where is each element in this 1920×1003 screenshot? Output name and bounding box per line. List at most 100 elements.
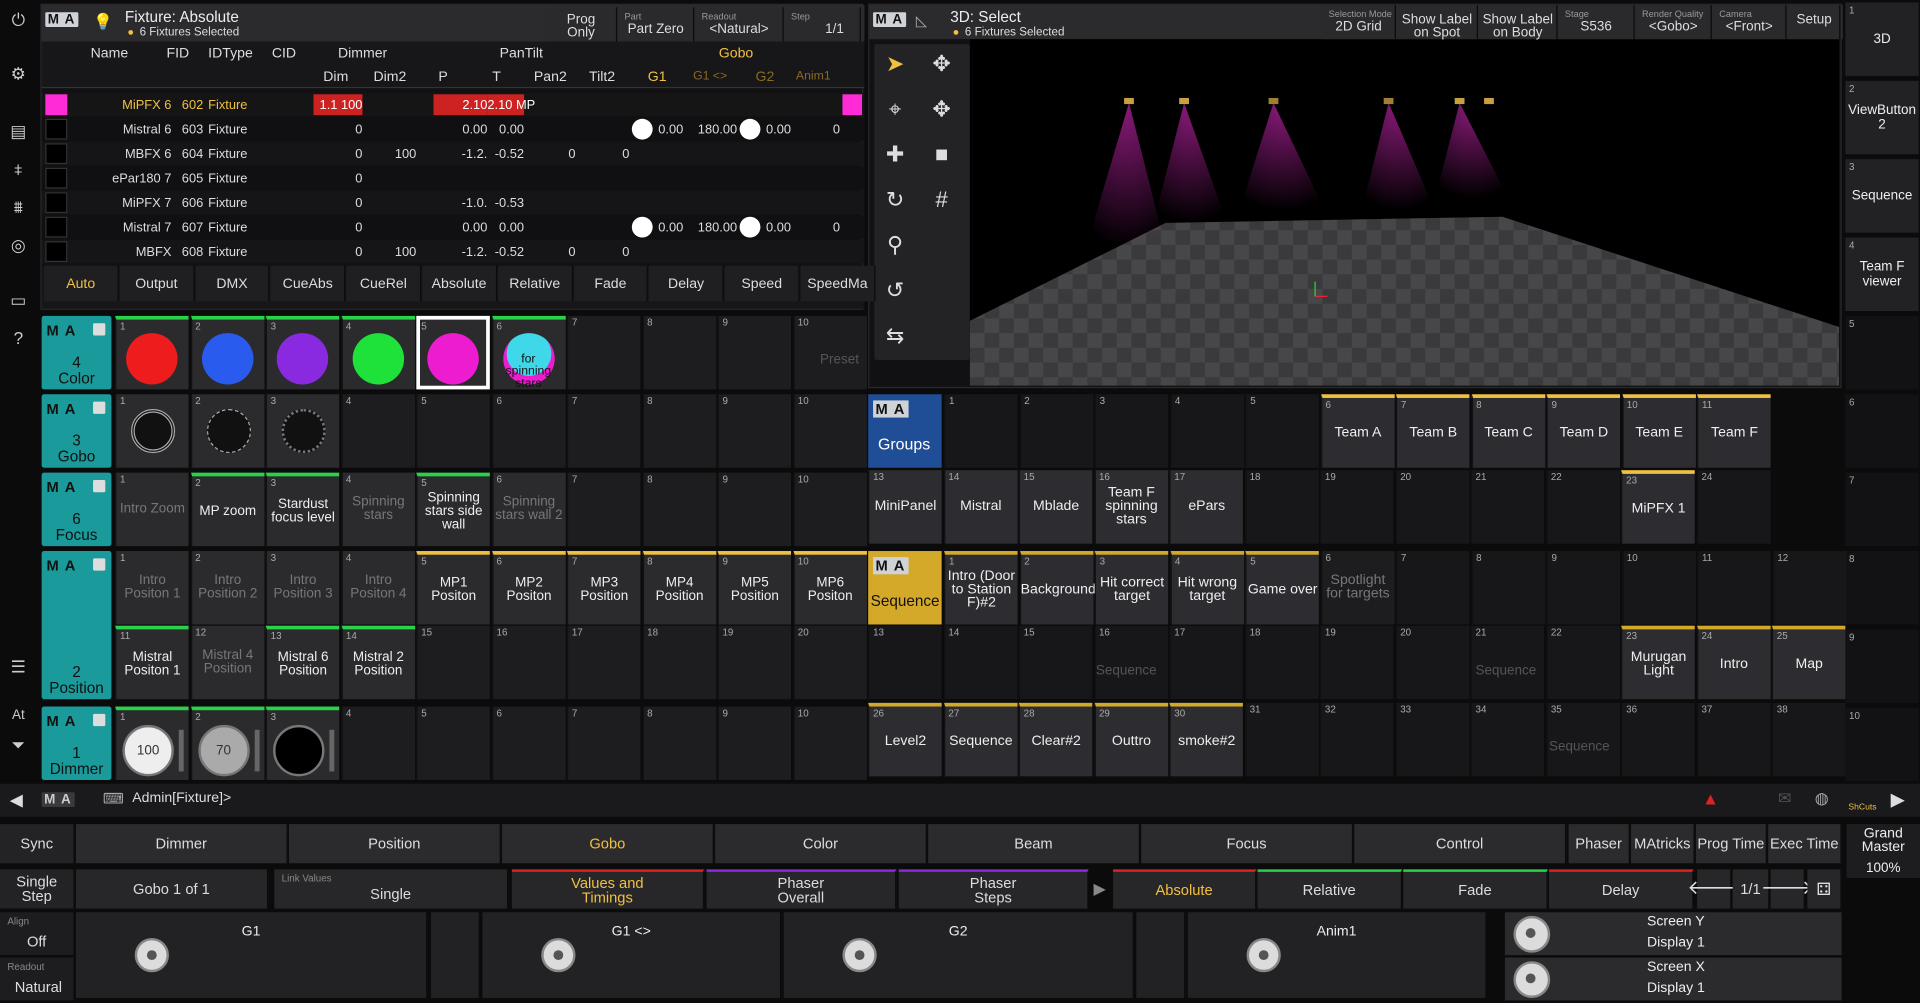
group-empty-slot[interactable]: 18 [1244,470,1319,544]
sequence-empty-slot[interactable]: 34 [1470,702,1545,777]
dimmer-empty-slot[interactable]: 5 [416,706,490,781]
group-empty-slot[interactable]: 20 [1395,470,1469,544]
feature-control[interactable]: Control [1354,824,1567,864]
group-empty-slot[interactable]: 21 [1470,470,1545,544]
rotate-icon[interactable]: ↻ [874,179,916,221]
grand-master[interactable]: Grand Master 100% [1846,824,1920,878]
viewer-button-1[interactable]: Show Label on Spot [1397,4,1478,40]
position-preset[interactable]: 6 MP2 Positon [491,551,566,625]
sequence-button[interactable]: 28 Clear#2 [1018,702,1093,777]
sequence-empty-slot[interactable]: 31 [1244,702,1319,777]
encoder[interactable]: G1 [75,912,428,998]
viewer-button-3[interactable]: Stage S536 [1558,4,1635,40]
view-button-2[interactable]: 2 ViewButton 2 [1845,80,1919,155]
position-preset[interactable]: 2 Intro Position 2 [190,551,264,625]
group-empty-slot[interactable]: 22 [1545,470,1620,544]
dimmer-empty-slot[interactable]: 7 [566,706,641,781]
sequence-button[interactable]: 5 Game over [1245,551,1319,625]
position-icon[interactable]: ✚ [874,133,916,175]
group-button[interactable]: 23 MiPFX 1 [1621,470,1695,544]
feature-gobo[interactable]: Gobo [502,824,714,864]
col-g1[interactable]: G1 [648,70,667,85]
sequence-empty-slot[interactable]: 18 [1244,625,1319,700]
faders-icon[interactable]: ⧧ [4,154,33,183]
power-icon[interactable]: ⏻ [4,5,33,34]
view-button-5[interactable]: 5 [1845,315,1919,390]
feature-dimmer[interactable]: Dimmer [75,824,288,864]
sequence-empty-slot[interactable]: 15 [1018,625,1093,700]
encoder-knob[interactable] [541,937,576,973]
position-empty-slot[interactable]: 17 [566,625,641,700]
single-step-button[interactable]: Single Step [0,869,74,909]
camera-icon[interactable]: ■ [921,133,963,175]
group-empty-slot[interactable]: 1 [944,394,1018,468]
group-button[interactable]: 17 ePars [1169,470,1243,544]
mode-delay[interactable]: Delay [1548,869,1694,909]
position-preset[interactable]: 1 Intro Positon 1 [115,551,189,625]
sync-button[interactable]: Sync [0,824,74,864]
position-empty-slot[interactable]: 19 [717,625,792,700]
focus-empty-slot[interactable]: 10 [792,472,867,547]
focus-pool-header[interactable]: M A 6 Focus [41,472,112,547]
position-preset[interactable]: 13 Mistral 6 Position [265,625,340,700]
position-empty-slot[interactable]: 20 [792,625,867,700]
readout-button[interactable]: Readout <Natural> [695,7,784,42]
focus-empty-slot[interactable]: 7 [566,472,641,547]
color-empty-slot[interactable]: 9 [717,315,792,390]
focus-empty-slot[interactable]: 9 [717,472,792,547]
sequence-empty-slot[interactable]: 13 [868,625,942,700]
position-preset[interactable]: 12 Mistral 4 Position [190,625,264,700]
monitor-icon[interactable]: ▭ [4,285,33,314]
pan-icon[interactable]: ✥ [921,88,963,130]
sequence-empty-slot[interactable]: 21 [1470,625,1545,700]
color-empty-slot[interactable]: 7 [566,315,641,390]
gobo-preset[interactable]: 1 [115,394,189,468]
zoom-icon[interactable]: ⚲ [874,224,916,266]
phaser-overall-button[interactable]: Phaser Overall [706,869,897,909]
preset-type-dmx[interactable]: DMX [195,265,270,302]
group-empty-slot[interactable]: 2 [1019,394,1093,468]
position-preset[interactable]: 3 Intro Position 3 [265,551,340,625]
viewer-button-4[interactable]: Render Quality <Gobo> [1635,4,1712,40]
gobo-empty-slot[interactable]: 8 [642,394,716,468]
link-values-select[interactable]: Link Values Single [274,869,509,909]
color-preset[interactable]: 5 [416,315,490,390]
view-button-4[interactable]: 4 Team F viewer [1845,237,1919,312]
encoder-knob[interactable] [134,937,169,973]
position-empty-slot[interactable]: 15 [416,625,490,700]
view-button-6[interactable]: 6 [1845,394,1919,468]
page-prev-button[interactable]: 🡐 [1687,869,1740,909]
gobo-empty-slot[interactable]: 5 [416,394,490,468]
group-empty-slot[interactable]: 3 [1094,394,1169,468]
encoder-toolbar-icon[interactable]: ⚃ [1807,869,1842,909]
sequence-button[interactable]: 29 Outtro [1094,702,1168,777]
encoder-knob[interactable] [1246,937,1281,973]
gobo-of-button[interactable]: Gobo 1 of 1 [75,869,269,909]
sequence-empty-slot[interactable]: 19 [1320,625,1394,700]
step-button[interactable]: Step 1/1 [784,7,861,42]
phaser-steps-button[interactable]: Phaser Steps [898,869,1089,909]
col-dim[interactable]: Dim [323,70,348,85]
color-pool-header[interactable]: M A 4 Color [41,315,112,390]
list-icon[interactable]: ☰ [4,651,33,680]
color-empty-slot[interactable]: 8 [642,315,716,390]
group-button[interactable]: 16 Team F spinning stars [1094,470,1168,544]
group-button[interactable]: 8 Team C [1471,394,1545,468]
values-timings-button[interactable]: Values and Timings [511,869,705,909]
gobo-preset[interactable]: 3 [265,394,340,468]
preset-type-speedma[interactable]: SpeedMa [800,265,876,302]
group-dimmer[interactable]: Dimmer [338,47,387,62]
help-icon[interactable]: ? [4,323,33,352]
move-icon[interactable]: ✥ [921,43,963,85]
preset-type-relative[interactable]: Relative [498,265,573,302]
at-label[interactable]: At [4,700,33,729]
position-preset[interactable]: 11 Mistral Positon 1 [115,625,189,700]
viewer-button-0[interactable]: Selection Mode 2D Grid [1322,4,1396,40]
view-button-7[interactable]: 7 [1845,472,1919,547]
page-next-button[interactable]: 🡒 [1761,869,1813,909]
table-row[interactable]: Mistral 6 603 Fixture 0 0.00 0.00 0.00 180.00 0.… [41,117,865,141]
sequence-empty-slot[interactable]: 22 [1545,625,1620,700]
position-empty-slot[interactable]: 18 [642,625,716,700]
sequence-empty-slot[interactable]: 37 [1696,702,1771,777]
focus-preset[interactable]: 3 Stardust focus level [265,472,340,547]
